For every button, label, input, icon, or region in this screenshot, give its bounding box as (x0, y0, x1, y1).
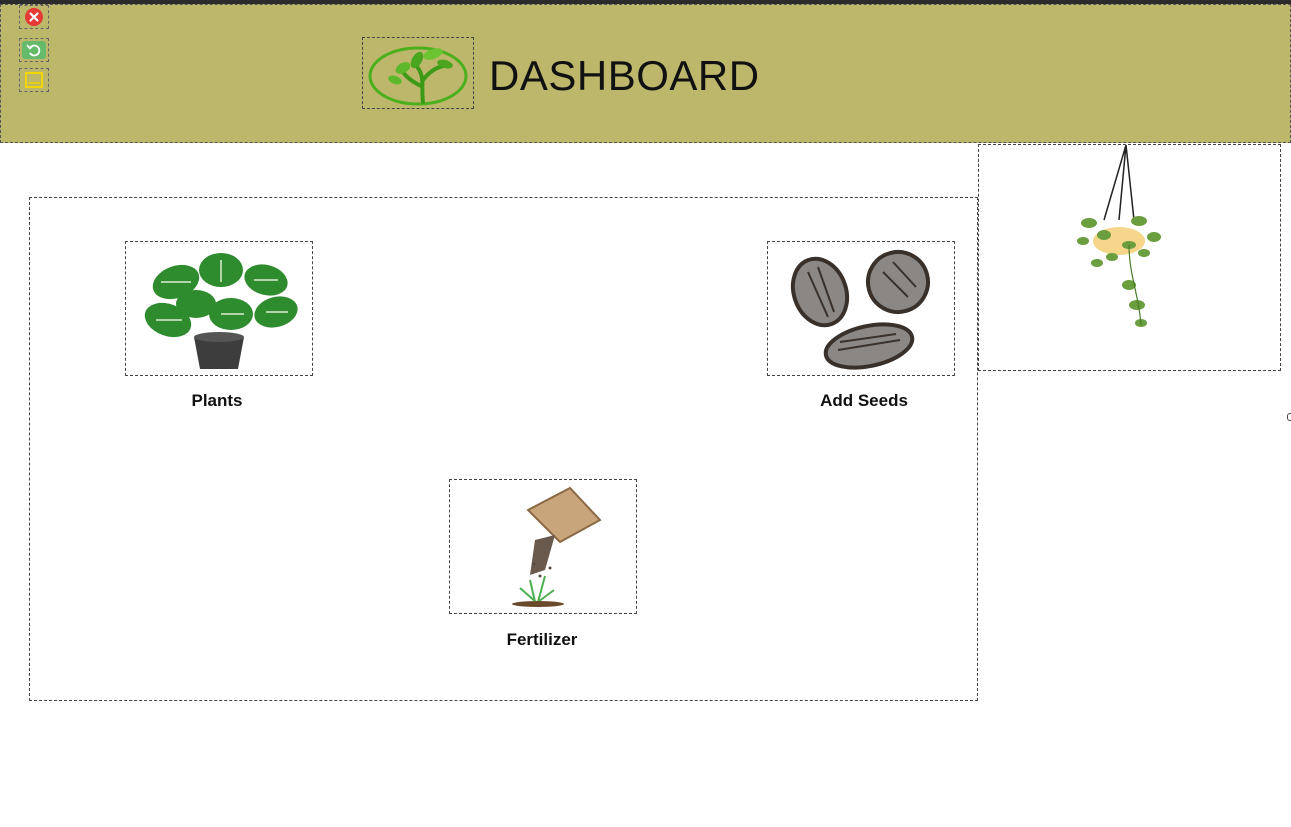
minimize-icon (25, 72, 43, 88)
add-seeds-label[interactable]: Add Seeds (770, 391, 958, 411)
minimize-button[interactable] (19, 68, 49, 92)
hanging-plant-icon (1077, 144, 1161, 327)
potted-plant-icon (144, 253, 298, 369)
plants-label[interactable]: Plants (123, 391, 311, 411)
fertilizer-bag-icon (512, 486, 602, 607)
scroll-handle[interactable] (1287, 413, 1291, 421)
fertilizer-label[interactable]: Fertilizer (448, 630, 636, 650)
close-icon (25, 8, 43, 26)
plants-tile[interactable] (125, 241, 313, 376)
decorative-image (978, 144, 1281, 371)
app-logo (362, 37, 474, 109)
seeds-icon (790, 250, 930, 370)
close-button[interactable] (19, 5, 49, 29)
refresh-button[interactable] (19, 38, 49, 62)
tree-logo-icon (368, 46, 468, 106)
fertilizer-tile[interactable] (449, 479, 637, 614)
header-bar: DASHBOARD (0, 4, 1291, 143)
add-seeds-tile[interactable] (767, 241, 955, 376)
menu-panel: Plants Add Seeds Fertilizer (29, 197, 978, 701)
page-title: DASHBOARD (489, 52, 760, 99)
refresh-icon (22, 41, 46, 59)
